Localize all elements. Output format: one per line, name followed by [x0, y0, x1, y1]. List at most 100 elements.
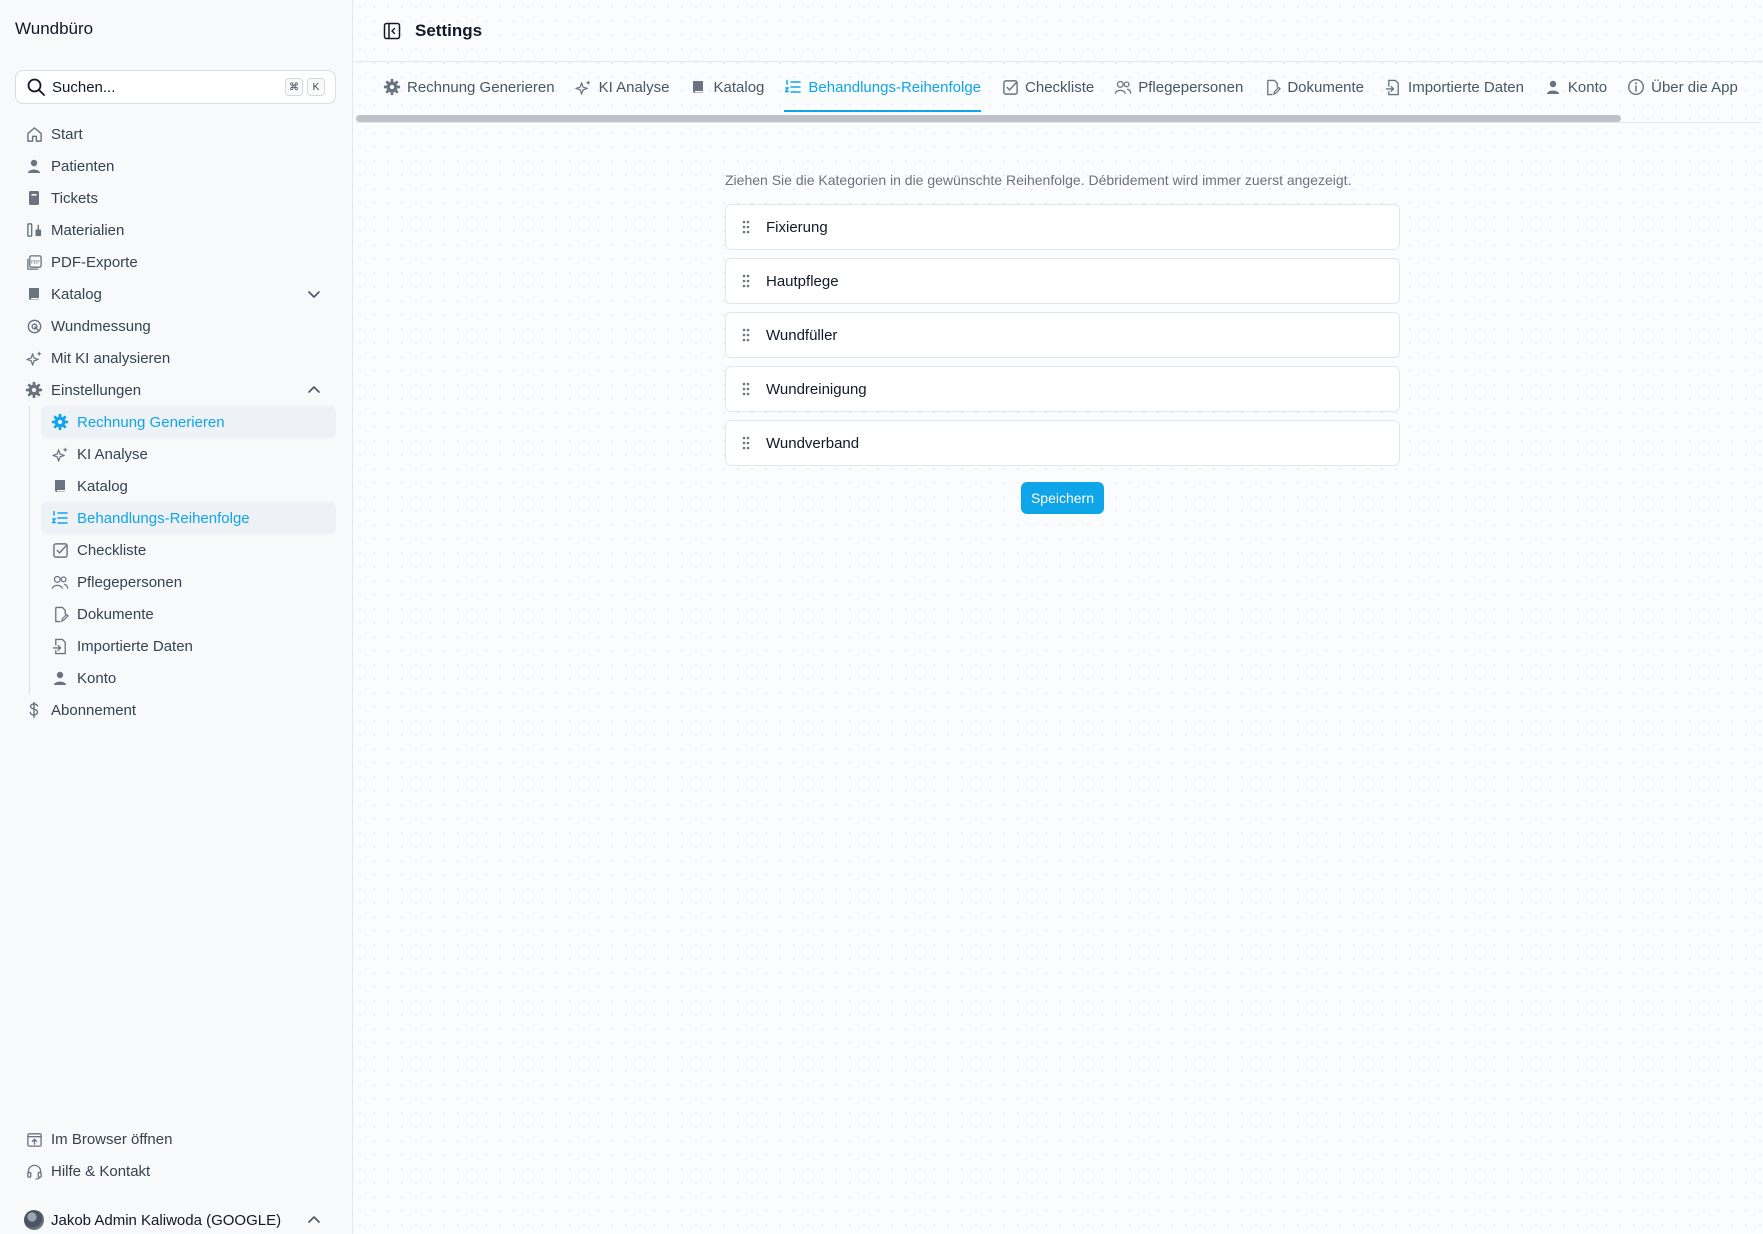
measure-icon [25, 317, 43, 335]
sidebar-subitem-dokumente[interactable]: Dokumente [41, 598, 336, 630]
sidebar-item-abonnement[interactable]: Abonnement [15, 694, 336, 726]
info-icon [1627, 78, 1645, 96]
sidebar-item-label: Behandlungs-Reihenfolge [77, 509, 250, 527]
shortcut-k-key: K [307, 78, 325, 96]
sparkles-icon [51, 445, 69, 463]
sidebar-item-label: Im Browser öffnen [51, 1130, 173, 1148]
sortable-category-item[interactable]: Wundverband [725, 420, 1400, 466]
tab-checkliste[interactable]: Checkliste [1001, 62, 1094, 112]
sidebar-item-label: KI Analyse [77, 445, 148, 463]
document-edit-icon [1263, 78, 1281, 96]
save-button[interactable]: Speichern [1020, 482, 1105, 514]
sidebar-item-ki-analysieren[interactable]: Mit KI analysieren [15, 342, 336, 374]
pdf-icon: PDF [25, 253, 43, 271]
sidebar-toggle-icon[interactable] [383, 22, 401, 40]
sidebar: Wundbüro Suchen... ⌘ K Start Patienten T… [0, 0, 353, 1234]
sidebar-item-label: Importierte Daten [77, 637, 193, 655]
tab-konto[interactable]: Konto [1544, 62, 1607, 112]
file-import-icon [51, 637, 69, 655]
gear-icon [51, 413, 69, 431]
sidebar-item-hilfe-kontakt[interactable]: Hilfe & Kontakt [15, 1155, 336, 1187]
sparkles-icon [575, 78, 593, 96]
tab-rechnung-generieren[interactable]: Rechnung Generieren [383, 62, 555, 112]
sortable-category-item[interactable]: Wundreinigung [725, 366, 1400, 412]
category-label: Wundreinigung [766, 380, 867, 398]
sidebar-item-label: PDF-Exporte [51, 253, 138, 271]
tabs-scrollbar[interactable] [356, 113, 1761, 123]
tabs-scrollbar-thumb[interactable] [356, 115, 1621, 122]
users-icon [51, 573, 69, 591]
sidebar-item-materialien[interactable]: Materialien [15, 214, 336, 246]
drag-handle-icon[interactable] [738, 327, 754, 343]
search-icon [26, 77, 46, 97]
sidebar-subitem-katalog[interactable]: Katalog [41, 470, 336, 502]
tab-label: Dokumente [1287, 78, 1365, 96]
tab-label: Importierte Daten [1408, 78, 1524, 96]
save-row: Speichern [725, 482, 1400, 514]
top-bar: Settings [353, 0, 1763, 62]
tab-ueber-die-app[interactable]: Über die App [1627, 62, 1738, 112]
sidebar-item-einstellungen[interactable]: Einstellungen [15, 374, 336, 406]
sidebar-subitem-importierte-daten[interactable]: Importierte Daten [41, 630, 336, 662]
sidebar-item-patienten[interactable]: Patienten [15, 150, 336, 182]
sidebar-item-label: Katalog [51, 285, 102, 303]
sidebar-subitem-ki-analyse[interactable]: KI Analyse [41, 438, 336, 470]
category-label: Fixierung [766, 218, 828, 236]
drag-handle-icon[interactable] [738, 219, 754, 235]
user-icon [25, 157, 43, 175]
headset-icon [25, 1162, 43, 1180]
drag-handle-icon[interactable] [738, 435, 754, 451]
chevron-up-icon[interactable] [306, 1212, 322, 1228]
settings-submenu: Rechnung Generieren KI Analyse Katalog B… [29, 406, 336, 694]
sidebar-item-label: Katalog [77, 477, 128, 495]
sidebar-subitem-rechnung[interactable]: Rechnung Generieren [41, 406, 336, 438]
drag-handle-icon[interactable] [738, 273, 754, 289]
document-edit-icon [51, 605, 69, 623]
users-icon [1114, 78, 1132, 96]
tab-dokumente[interactable]: Dokumente [1263, 62, 1364, 112]
svg-text:PDF: PDF [30, 259, 39, 265]
checkbox-icon [1001, 78, 1019, 96]
sidebar-nav: Start Patienten Tickets Materialien PDF … [15, 118, 336, 726]
user-menu[interactable]: Jakob Admin Kaliwoda (GOOGLE) [15, 1205, 336, 1234]
sidebar-subitem-behandlungs-reihenfolge[interactable]: Behandlungs-Reihenfolge [41, 502, 336, 534]
sortable-category-item[interactable]: Wundfüller [725, 312, 1400, 358]
sidebar-subitem-checkliste[interactable]: Checkliste [41, 534, 336, 566]
sidebar-item-label: Dokumente [77, 605, 154, 623]
brand-name: Wundbüro [15, 19, 94, 38]
sortable-category-item[interactable]: Hautpflege [725, 258, 1400, 304]
sortable-category-item[interactable]: Fixierung [725, 204, 1400, 250]
page-title: Settings [415, 20, 483, 40]
user-name: Jakob Admin Kaliwoda (GOOGLE) [51, 1211, 282, 1229]
tab-label: Rechnung Generieren [407, 78, 555, 96]
sidebar-item-label: Patienten [51, 157, 115, 175]
tab-label: Konto [1567, 78, 1608, 96]
sidebar-item-start[interactable]: Start [15, 118, 336, 150]
tab-katalog[interactable]: Katalog [690, 62, 764, 112]
tab-pflegepersonen[interactable]: Pflegepersonen [1114, 62, 1243, 112]
tab-importierte-daten[interactable]: Importierte Daten [1384, 62, 1524, 112]
sidebar-subitem-konto[interactable]: Konto [41, 662, 336, 694]
instructions-text: Ziehen Sie die Kategorien in die gewünsc… [725, 172, 1352, 188]
tab-ki-analyse[interactable]: KI Analyse [575, 62, 670, 112]
chevron-down-icon[interactable] [306, 286, 322, 302]
sidebar-item-im-browser-oeffnen[interactable]: Im Browser öffnen [15, 1123, 336, 1155]
sidebar-item-wundmessung[interactable]: Wundmessung [15, 310, 336, 342]
tab-label: KI Analyse [598, 78, 670, 96]
sidebar-item-katalog[interactable]: Katalog [15, 278, 336, 310]
tab-behandlungs-reihenfolge[interactable]: Behandlungs-Reihenfolge [784, 62, 981, 112]
tab-label: Checkliste [1025, 78, 1095, 96]
sparkles-icon [25, 349, 43, 367]
drag-handle-icon[interactable] [738, 381, 754, 397]
ordered-list-icon [51, 509, 69, 527]
sidebar-item-label: Rechnung Generieren [77, 413, 225, 431]
sidebar-item-tickets[interactable]: Tickets [15, 182, 336, 214]
tab-label: Über die App [1651, 78, 1738, 96]
sidebar-item-label: Einstellungen [51, 381, 142, 399]
chevron-up-icon[interactable] [306, 382, 322, 398]
search-input[interactable]: Suchen... ⌘ K [15, 70, 336, 104]
sidebar-subitem-pflegepersonen[interactable]: Pflegepersonen [41, 566, 336, 598]
sidebar-item-pdf-exporte[interactable]: PDF PDF-Exporte [15, 246, 336, 278]
sidebar-item-label: Mit KI analysieren [51, 349, 171, 367]
category-label: Wundverband [766, 434, 860, 452]
